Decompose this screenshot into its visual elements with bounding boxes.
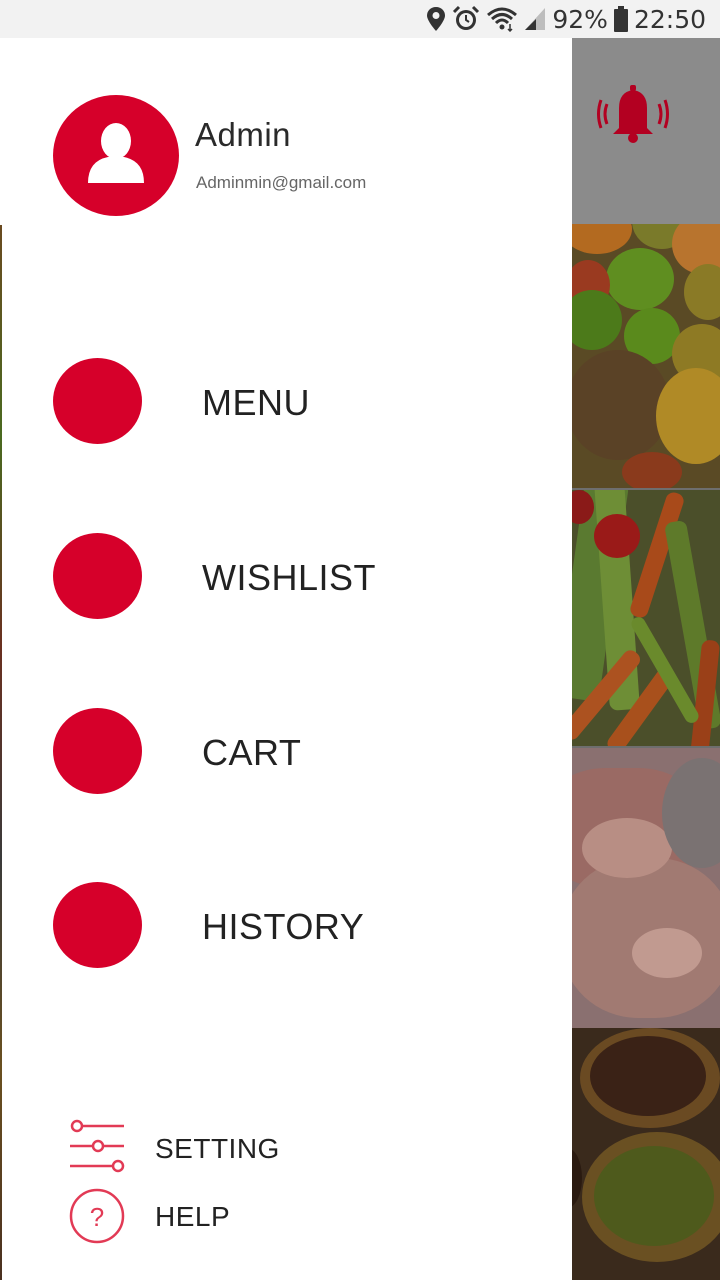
user-name: Admin: [195, 116, 292, 153]
nav-item-label: MENU: [202, 382, 310, 423]
background-app: [572, 38, 720, 1280]
location-icon: [427, 7, 446, 31]
help-label: HELP: [155, 1201, 231, 1232]
wishlist-dot-icon: [53, 533, 142, 619]
help-icon: ?: [69, 1188, 125, 1244]
nav-item-label: CART: [202, 732, 302, 773]
fruit-image[interactable]: [572, 224, 720, 488]
nav-item-history[interactable]: HISTORY: [53, 882, 523, 970]
wifi-icon: [487, 7, 518, 32]
battery-icon: [613, 6, 628, 32]
spice-image[interactable]: [572, 1028, 720, 1280]
nav-item-wishlist[interactable]: WISHLIST: [53, 533, 523, 621]
bell-icon[interactable]: [597, 82, 669, 146]
clock: 22:50: [633, 4, 706, 34]
nav-item-label: HISTORY: [202, 906, 365, 947]
sliders-icon: [70, 1119, 125, 1173]
nav-item-label: WISHLIST: [202, 557, 377, 598]
nav-item-cart[interactable]: CART: [53, 708, 523, 796]
status-icons: 92% 22:50: [426, 3, 706, 35]
user-email: Adminmin@gmail.com: [196, 173, 367, 192]
menu-dot-icon: [53, 358, 142, 444]
setting-label: SETTING: [155, 1133, 280, 1164]
help-glyph: ?: [90, 1202, 104, 1232]
setting-button[interactable]: SETTING: [68, 1118, 368, 1176]
cart-dot-icon: [53, 708, 142, 794]
vegetable-image[interactable]: [572, 490, 720, 746]
history-dot-icon: [53, 882, 142, 968]
signal-icon: [525, 8, 546, 30]
background-header: [572, 38, 720, 224]
alarm-icon: [453, 5, 480, 30]
meat-image[interactable]: [572, 748, 720, 1028]
nav-item-menu[interactable]: MENU: [53, 358, 523, 446]
status-bar: 92% 22:50: [0, 0, 720, 38]
user-avatar-icon: [88, 123, 144, 183]
navigation-drawer: Admin Adminmin@gmail.com MENU WISHLIST C…: [2, 38, 572, 1280]
avatar[interactable]: [53, 95, 179, 216]
battery-percent: 92%: [552, 4, 608, 34]
help-button[interactable]: ? HELP: [68, 1186, 368, 1244]
